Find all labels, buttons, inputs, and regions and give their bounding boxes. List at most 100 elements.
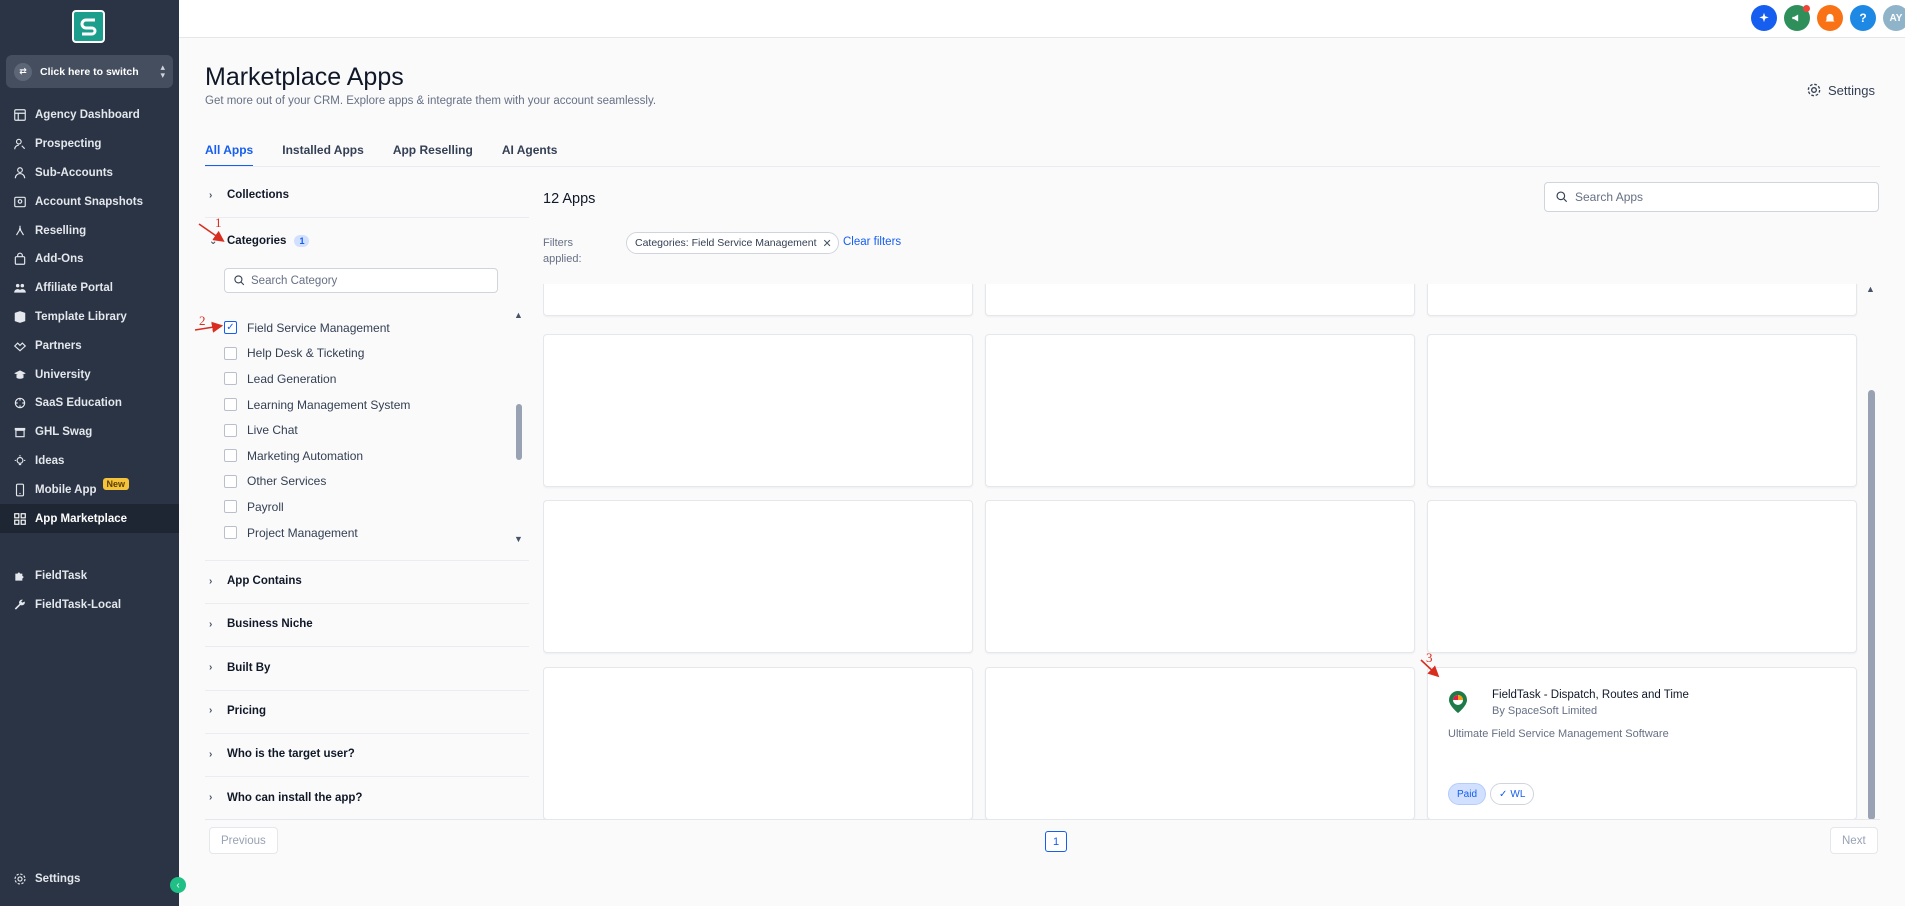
category-option[interactable]: Marketing Automation (224, 443, 504, 469)
checkbox[interactable] (224, 398, 237, 412)
sidebar-item-university[interactable]: University (0, 360, 179, 389)
chevron-right-icon: › (209, 575, 213, 587)
category-option[interactable]: Payroll (224, 494, 504, 520)
checkbox[interactable] (224, 423, 237, 437)
logo-s-icon (80, 18, 96, 35)
sidebar-item-app-marketplace[interactable]: App Marketplace (0, 504, 179, 533)
app-search-input[interactable] (1575, 190, 1865, 204)
app-card[interactable] (543, 334, 973, 487)
filter-section[interactable]: › Built By (209, 662, 529, 674)
filter-section[interactable]: › Business Niche (209, 618, 529, 630)
next-page-button[interactable]: Next (1830, 827, 1878, 854)
sidebar-item-sub-accounts[interactable]: Sub-Accounts (0, 159, 179, 188)
bell-icon (1825, 13, 1835, 23)
tab-all-apps[interactable]: All Apps (205, 143, 254, 167)
filter-section[interactable]: › App Contains (209, 575, 529, 587)
account-switcher[interactable]: ⇄ Click here to switch ▴ ▾ (6, 55, 173, 88)
sidebar-custom-nav: FieldTask FieldTask-Local (0, 562, 179, 620)
tab-app-reselling[interactable]: App Reselling (393, 143, 473, 167)
sidebar-item-ideas[interactable]: Ideas (0, 447, 179, 476)
page-number-current[interactable]: 1 (1045, 831, 1067, 852)
checkbox[interactable]: ✓ (224, 321, 237, 335)
sidebar-item-saas-education[interactable]: SaaS Education (0, 389, 179, 418)
notifications-button[interactable] (1817, 5, 1843, 31)
category-option[interactable]: ✓ Field Service Management (224, 315, 504, 341)
checkbox[interactable] (224, 526, 237, 540)
sidebar-item-affiliate-portal[interactable]: Affiliate Portal (0, 274, 179, 303)
tabs-divider (205, 166, 1880, 167)
category-option-label: Learning Management System (247, 397, 411, 412)
avatar[interactable]: AY (1883, 5, 1905, 31)
search-icon (234, 275, 245, 286)
category-option[interactable]: Help Desk & Ticketing (224, 341, 504, 367)
checkbox[interactable] (224, 500, 237, 514)
checkbox[interactable] (224, 474, 237, 488)
sidebar-item-label: FieldTask (35, 570, 88, 583)
grid-scrollbar[interactable] (1868, 390, 1875, 820)
help-button[interactable]: ? (1850, 5, 1876, 31)
category-scroll-down-icon[interactable]: ▼ (514, 534, 523, 544)
filter-section[interactable]: › Pricing (209, 705, 529, 717)
notification-dot (1803, 5, 1810, 12)
filter-collections[interactable]: › Collections (209, 189, 529, 201)
category-option[interactable]: Project Management (224, 520, 504, 546)
category-scroll-up-icon[interactable]: ▲ (514, 310, 523, 320)
sidebar-collapse-button[interactable]: ‹ (170, 877, 186, 893)
app-card[interactable] (1427, 334, 1857, 487)
checkbox[interactable] (224, 372, 237, 386)
brand-logo[interactable] (72, 10, 105, 43)
announcements-button[interactable] (1784, 5, 1810, 31)
switch-icon: ⇄ (14, 62, 32, 81)
previous-page-button[interactable]: Previous (209, 827, 278, 854)
app-card[interactable] (985, 284, 1415, 316)
tab-ai-agents[interactable]: AI Agents (502, 143, 558, 167)
app-card-fieldtask[interactable]: FieldTask - Dispatch, Routes and Time By… (1427, 667, 1857, 819)
sidebar-item-account-snapshots[interactable]: Account Snapshots (0, 187, 179, 216)
app-card[interactable] (985, 667, 1415, 819)
sidebar-item-add-ons[interactable]: Add-Ons (0, 245, 179, 274)
megaphone-icon (1792, 14, 1799, 22)
app-card[interactable] (1427, 284, 1857, 316)
quick-actions-button[interactable] (1751, 5, 1777, 31)
filter-divider (205, 776, 529, 778)
filter-section[interactable]: › Who is the target user? (209, 748, 529, 760)
filter-categories[interactable]: ⌄ Categories 1 (209, 235, 529, 247)
sidebar-item-mobile-app[interactable]: Mobile App New (0, 475, 179, 504)
category-option[interactable]: Other Services (224, 469, 504, 495)
app-card[interactable] (543, 667, 973, 819)
app-card[interactable] (985, 500, 1415, 653)
category-scrollbar[interactable] (516, 404, 522, 460)
chevron-updown-icon: ▴ ▾ (160, 62, 165, 80)
close-icon[interactable]: ✕ (823, 237, 832, 250)
filter-section-label: Who is the target user? (227, 748, 355, 761)
clear-filters-link[interactable]: Clear filters (843, 236, 901, 248)
sidebar-settings[interactable]: Settings (13, 872, 80, 886)
category-option[interactable]: Lead Generation (224, 366, 504, 392)
sidebar-item-fieldtask[interactable]: FieldTask (0, 562, 179, 591)
category-option-label: Payroll (247, 499, 284, 514)
filter-section[interactable]: › Who can install the app? (209, 792, 529, 804)
sidebar-item-agency-dashboard[interactable]: Agency Dashboard (0, 101, 179, 130)
category-option[interactable]: Live Chat (224, 417, 504, 443)
sidebar-item-prospecting[interactable]: Prospecting (0, 130, 179, 159)
app-card[interactable] (1427, 500, 1857, 653)
topbar: ? AY (179, 0, 1905, 38)
sidebar-item-reselling[interactable]: Reselling (0, 216, 179, 245)
grid-icon (14, 512, 26, 525)
app-search (1544, 182, 1879, 212)
sidebar-item-ghl-swag[interactable]: GHL Swag (0, 418, 179, 447)
app-card[interactable] (985, 334, 1415, 487)
category-option[interactable]: Learning Management System (224, 392, 504, 418)
sidebar-item-label: FieldTask-Local (35, 599, 122, 612)
category-search-input[interactable] (251, 274, 471, 287)
sidebar-item-template-library[interactable]: Template Library (0, 303, 179, 332)
sidebar-item-partners[interactable]: Partners (0, 331, 179, 360)
grid-scroll-up-icon[interactable]: ▲ (1866, 284, 1875, 294)
marketplace-settings-button[interactable]: Settings (1806, 82, 1875, 98)
checkbox[interactable] (224, 346, 237, 360)
checkbox[interactable] (224, 449, 237, 463)
sidebar-item-fieldtask-local[interactable]: FieldTask-Local (0, 591, 179, 620)
tab-installed-apps[interactable]: Installed Apps (282, 143, 364, 167)
app-card[interactable] (543, 500, 973, 653)
app-card[interactable] (543, 284, 973, 316)
